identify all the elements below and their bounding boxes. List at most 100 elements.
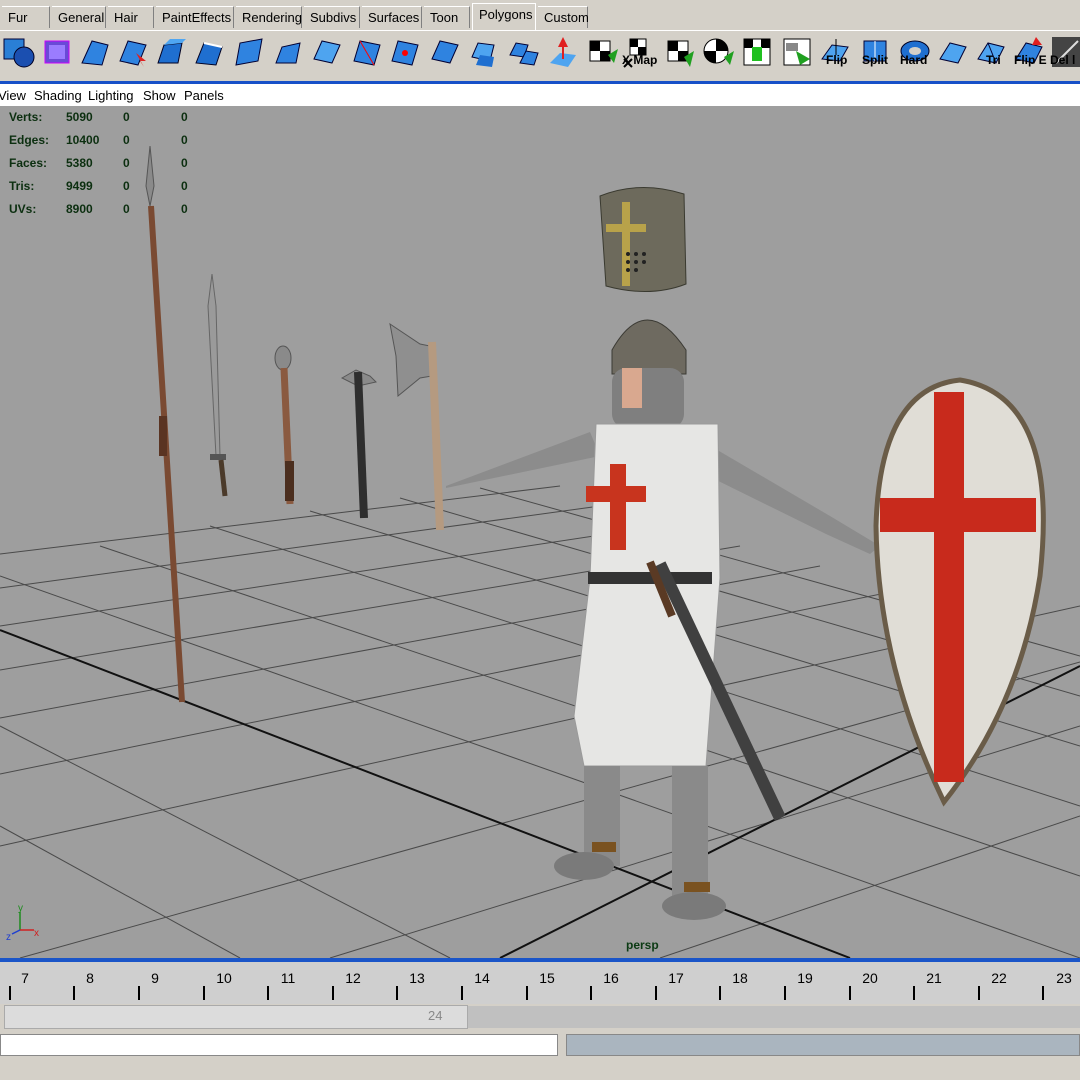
command-line-bar (0, 1030, 1080, 1060)
menu-panels[interactable]: Panels (184, 88, 224, 103)
frame-label: 7 (21, 970, 29, 986)
war-hammer-model (340, 369, 377, 519)
hud-other: 0 (181, 110, 188, 124)
frame-label: 13 (409, 970, 425, 986)
extrude-face-icon[interactable] (154, 35, 188, 69)
hud-label: Tris: (9, 179, 35, 193)
hud-total: 8900 (66, 202, 93, 216)
hud-other: 0 (181, 202, 188, 216)
frame-label: 21 (926, 970, 942, 986)
longsword-model (207, 273, 228, 497)
hud-other: 0 (181, 133, 188, 147)
help-line (0, 1060, 1080, 1080)
hud-selected: 0 (123, 202, 130, 216)
frame-label: 19 (797, 970, 813, 986)
hud-total: 10400 (66, 133, 100, 147)
frame-label: 23 (1056, 970, 1072, 986)
hud-other: 0 (181, 179, 188, 193)
range-slider-bar: 24 (0, 1004, 1080, 1030)
frame-label: 10 (216, 970, 232, 986)
frame-label: 22 (991, 970, 1007, 986)
time-slider[interactable]: 7 8 9 10 11 12 13 14 15 16 17 18 19 20 2… (0, 962, 1080, 1004)
perspective-viewport[interactable]: Verts: 5090 0 0 Edges: 10400 0 0 Faces: … (0, 106, 1080, 958)
menu-show[interactable]: Show (143, 88, 176, 103)
triangulate-icon[interactable] (936, 35, 970, 69)
frame-label: 20 (862, 970, 878, 986)
hud-selected: 0 (123, 110, 130, 124)
axis-x-label: x (34, 928, 39, 939)
frame-label: 18 (732, 970, 748, 986)
hud-total: 5090 (66, 110, 93, 124)
bevel-icon[interactable] (272, 35, 306, 69)
hud-row-faces: Faces: 5380 0 0 (9, 156, 209, 172)
combine-icon[interactable] (506, 35, 540, 69)
tab-polygons[interactable]: Polygons (472, 3, 536, 30)
hud-row-uvs: UVs: 8900 0 0 (9, 202, 209, 218)
hud-selected: 0 (123, 133, 130, 147)
poly-select-icon[interactable] (116, 35, 150, 69)
hud-other: 0 (181, 156, 188, 170)
templar-knight-model (446, 319, 880, 920)
bridge-icon[interactable] (310, 35, 344, 69)
duplicate-face-icon[interactable] (428, 35, 462, 69)
del-label: Del l (1050, 53, 1076, 67)
tab-rendering[interactable]: Rendering (236, 6, 302, 28)
hud-row-verts: Verts: 5090 0 0 (9, 110, 209, 126)
tab-general[interactable]: General (52, 6, 106, 28)
frame-label: 12 (345, 970, 361, 986)
automatic-map-icon[interactable] (740, 35, 774, 69)
frame-label: 8 (86, 970, 94, 986)
menu-view[interactable]: View (0, 88, 26, 103)
command-input[interactable] (0, 1034, 558, 1056)
hud-selected: 0 (123, 179, 130, 193)
hud-label: UVs: (9, 202, 37, 216)
great-helm-model (599, 187, 687, 292)
poly-cube-icon[interactable] (40, 35, 74, 69)
panel-menu-bar: View Shading Lighting Show Panels (0, 84, 1080, 107)
menu-shading[interactable]: Shading (34, 88, 82, 103)
camera-label: persp (626, 938, 659, 952)
poly-sphere-icon[interactable] (2, 35, 36, 69)
poke-face-icon[interactable] (388, 35, 422, 69)
axis-y-label: y (18, 903, 23, 914)
move-component-icon[interactable] (546, 35, 580, 69)
cylindrical-map-icon[interactable] (662, 35, 696, 69)
split-polygon-icon[interactable] (232, 35, 266, 69)
tab-subdivs[interactable]: Subdivs (304, 6, 360, 28)
hud-total: 5380 (66, 156, 93, 170)
shelf-icon-bar: X Map Flip Split Hard Tri Flip E Del l (0, 30, 1080, 75)
extract-icon[interactable] (466, 35, 500, 69)
planar-map-icon[interactable] (584, 35, 618, 69)
hud-label: Edges: (9, 133, 50, 147)
spherical-map-icon[interactable] (700, 35, 734, 69)
scene-canvas (0, 145, 1080, 958)
spear-model (145, 145, 185, 703)
menu-lighting[interactable]: Lighting (88, 88, 134, 103)
frame-label: 9 (151, 970, 159, 986)
axis-z-label: z (6, 932, 11, 942)
range-track[interactable] (468, 1006, 1080, 1028)
command-result-field (566, 1034, 1080, 1056)
wedge-face-icon[interactable] (350, 35, 384, 69)
tab-toon[interactable]: Toon (424, 6, 470, 28)
tab-fur[interactable]: Fur (2, 6, 50, 28)
poly-plane-icon[interactable] (78, 35, 112, 69)
battle-axe-model (389, 322, 444, 531)
frame-label: 15 (539, 970, 555, 986)
shelf-tab-bar: Fur General Hair PaintEffects Rendering … (0, 0, 1080, 30)
uv-editor-icon[interactable] (780, 35, 814, 69)
tab-surfaces[interactable]: Surfaces (362, 6, 422, 28)
range-slider[interactable] (4, 1005, 468, 1029)
kite-shield-model (873, 377, 1046, 807)
tab-custom[interactable]: Custom (538, 6, 589, 28)
extrude-edge-icon[interactable] (192, 35, 226, 69)
frame-label: 11 (280, 970, 296, 986)
shelf-separator (0, 74, 1080, 84)
hud-row-edges: Edges: 10400 0 0 (9, 133, 209, 149)
hud-selected: 0 (123, 156, 130, 170)
tab-painteffects[interactable]: PaintEffects (156, 6, 234, 28)
tab-hair[interactable]: Hair (108, 6, 154, 28)
hud-label: Faces: (9, 156, 48, 170)
frame-label: 14 (474, 970, 490, 986)
hud-label: Verts: (9, 110, 43, 124)
